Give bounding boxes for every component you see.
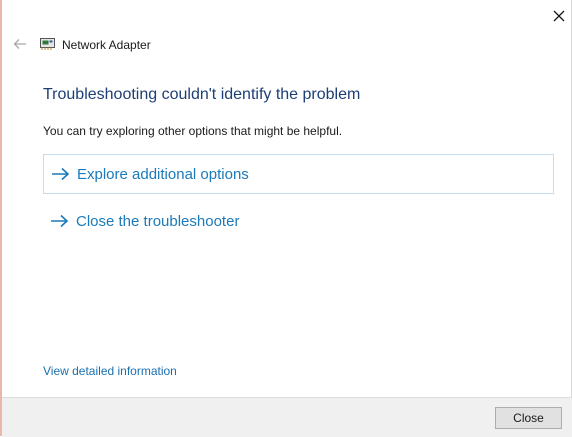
arrow-right-icon — [51, 166, 71, 182]
close-icon[interactable] — [547, 4, 571, 28]
page-title: Troubleshooting couldn't identify the pr… — [43, 86, 361, 103]
window-title: Network Adapter — [62, 38, 151, 52]
arrow-right-icon — [50, 213, 70, 229]
troubleshooter-window: Network Adapter Troubleshooting couldn't… — [0, 0, 572, 437]
network-adapter-icon — [40, 37, 56, 51]
view-detailed-information-link[interactable]: View detailed information — [43, 364, 177, 378]
explore-additional-options-button[interactable]: Explore additional options — [43, 154, 554, 194]
back-arrow-icon[interactable] — [10, 34, 30, 54]
description-text: You can try exploring other options that… — [43, 124, 343, 138]
option-label: Explore additional options — [77, 165, 249, 183]
close-troubleshooter-button[interactable]: Close the troubleshooter — [43, 201, 554, 241]
footer-bar: Close — [2, 397, 572, 437]
option-label: Close the troubleshooter — [76, 212, 240, 230]
close-button[interactable]: Close — [495, 407, 562, 429]
